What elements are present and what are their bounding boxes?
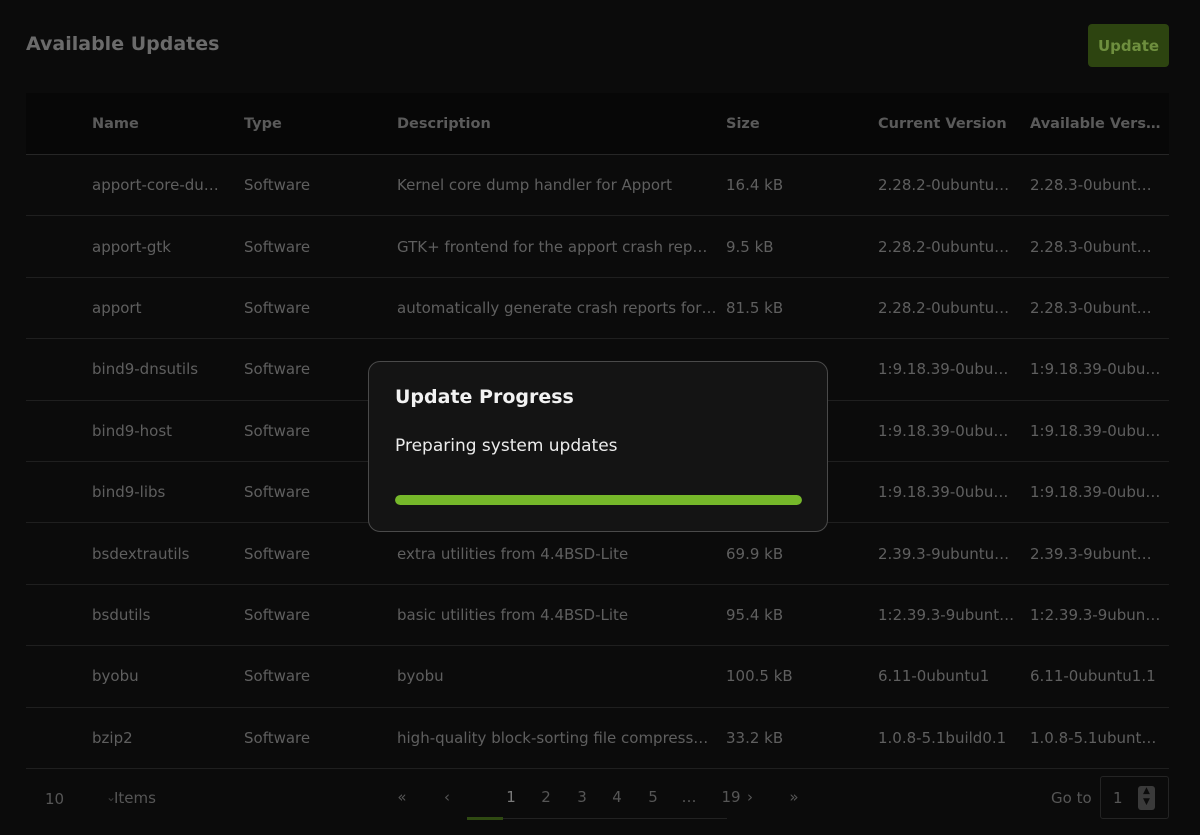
cell-current-version: 6.11-0ubuntu1 (878, 667, 990, 686)
progress-bar-fill (395, 495, 802, 505)
page-number[interactable]: 4 (602, 788, 632, 806)
cell-description: high-quality block-sorting file compress… (397, 728, 709, 747)
cell-current-version: 2.39.3-9ubuntu… (878, 544, 1010, 563)
column-header-name[interactable]: Name (92, 116, 244, 132)
goto-page-input[interactable]: 1 ▲ ▼ (1100, 776, 1169, 819)
next-page-icon[interactable]: › (735, 788, 765, 806)
column-header-current-version[interactable]: Current Version (878, 116, 1030, 132)
cell-available-version: 2.28.3-0ubuntu… (1030, 298, 1162, 317)
column-header-available-version[interactable]: Available Versi… (1030, 116, 1169, 132)
cell-current-version: 2.28.2-0ubuntu… (878, 176, 1010, 195)
cell-current-version: 1:2.39.3-9ubunt… (878, 605, 1015, 624)
cell-description: extra utilities from 4.4BSD-Lite (397, 544, 629, 563)
cell-size: 9.5 kB (726, 237, 774, 256)
cell-type: Software (244, 605, 311, 624)
page-number[interactable]: 2 (531, 788, 561, 806)
cell-description: automatically generate crash reports for… (397, 298, 717, 317)
page-number[interactable]: 1 (496, 788, 526, 806)
cell-type: Software (244, 237, 311, 256)
table-row[interactable]: bsdutils Software basic utilities from 4.4… (26, 584, 1169, 647)
cell-size: 69.9 kB (726, 544, 784, 563)
page-ellipsis[interactable]: … (674, 788, 704, 806)
cell-current-version: 2.28.2-0ubuntu… (878, 298, 1010, 317)
table-row[interactable]: bsdextrautils Software extra utilities fro… (26, 523, 1169, 585)
cell-available-version: 1:9.18.39-0ubu… (1030, 483, 1161, 502)
cell-name: bsdextrautils (92, 544, 190, 563)
column-header-type[interactable]: Type (244, 116, 397, 132)
goto-label: Go to (1051, 789, 1092, 807)
first-page-icon[interactable]: « (387, 788, 417, 806)
cell-name: apport-core-du… (92, 176, 219, 195)
cell-name: apport-gtk (92, 237, 171, 256)
cell-available-version: 2.28.3-0ubuntu… (1030, 237, 1162, 256)
cell-available-version: 1:2.39.3-9ubunt… (1030, 605, 1167, 624)
cell-current-version: 1.0.8-5.1build0.1 (878, 728, 1007, 747)
update-progress-dialog: Update Progress Preparing system updates (368, 361, 828, 532)
column-header-description[interactable]: Description (397, 116, 726, 132)
cell-size: 95.4 kB (726, 605, 784, 624)
cell-name: bsdutils (92, 605, 151, 624)
goto-page-value[interactable]: 1 (1113, 789, 1123, 807)
cell-available-version: 2.28.3-0ubuntu… (1030, 176, 1162, 195)
dialog-title: Update Progress (395, 386, 574, 408)
cell-type: Software (244, 176, 311, 195)
cell-name: bind9-libs (92, 483, 166, 502)
cell-type: Software (244, 298, 311, 317)
cell-type: Software (244, 728, 311, 747)
table-row[interactable]: bzip2 Software high-quality block-sorting … (26, 707, 1169, 769)
table-row[interactable]: byobu Software byobu 100.5 kB 6.11-0ubuntu1 6… (26, 646, 1169, 708)
cell-size: 33.2 kB (726, 728, 784, 747)
cell-available-version: 6.11-0ubuntu1.1 (1030, 667, 1156, 686)
page-number[interactable]: 5 (638, 788, 668, 806)
cell-name: bind9-host (92, 421, 173, 440)
cell-available-version: 1:9.18.39-0ubu… (1030, 421, 1161, 440)
cell-current-version: 1:9.18.39-0ubu… (878, 421, 1009, 440)
cell-name: bzip2 (92, 728, 133, 747)
cell-current-version: 2.28.2-0ubuntu… (878, 237, 1010, 256)
cell-name: apport (92, 298, 142, 317)
cell-available-version: 1.0.8-5.1ubuntu… (1030, 728, 1166, 747)
progress-bar (395, 495, 802, 505)
table-row[interactable]: apport-core-du… Software Kernel core dump … (26, 155, 1169, 217)
page-title: Available Updates (26, 33, 220, 55)
table-header: Name Type Description Size Current Versi… (26, 93, 1169, 155)
page-number[interactable]: 3 (567, 788, 597, 806)
cell-name: bind9-dnsutils (92, 360, 199, 379)
page-size-select[interactable]: 10 (45, 790, 64, 808)
spinner-icon[interactable]: ▲ ▼ (1138, 786, 1155, 810)
dialog-message: Preparing system updates (395, 436, 618, 456)
pagination-footer: 10 ⌄ Items « ‹ 1 2 3 4 5… 19 › » Go to 1 ▲ ▼ (26, 772, 1169, 824)
cell-available-version: 1:9.18.39-0ubu… (1030, 360, 1161, 379)
prev-page-icon[interactable]: ‹ (432, 788, 462, 806)
table-row[interactable]: apport Software automatically generate cra… (26, 277, 1169, 340)
cell-description: Kernel core dump handler for Apport (397, 176, 673, 195)
cell-current-version: 1:9.18.39-0ubu… (878, 483, 1009, 502)
items-label: Items (114, 789, 156, 807)
cell-description: GTK+ frontend for the apport crash rep… (397, 237, 708, 256)
cell-description: byobu (397, 667, 444, 686)
column-header-size[interactable]: Size (726, 116, 878, 132)
cell-size: 81.5 kB (726, 298, 784, 317)
pager-track (467, 818, 727, 819)
cell-name: byobu (92, 667, 139, 686)
cell-available-version: 2.39.3-9ubuntu… (1030, 544, 1162, 563)
cell-type: Software (244, 667, 311, 686)
cell-size: 100.5 kB (726, 667, 793, 686)
cell-type: Software (244, 544, 311, 563)
update-button[interactable]: Update (1088, 24, 1169, 67)
cell-description: basic utilities from 4.4BSD-Lite (397, 605, 629, 624)
last-page-icon[interactable]: » (779, 788, 809, 806)
cell-size: 16.4 kB (726, 176, 784, 195)
active-page-indicator (467, 817, 503, 820)
cell-current-version: 1:9.18.39-0ubu… (878, 360, 1009, 379)
table-row[interactable]: apport-gtk Software GTK+ frontend for the … (26, 216, 1169, 278)
